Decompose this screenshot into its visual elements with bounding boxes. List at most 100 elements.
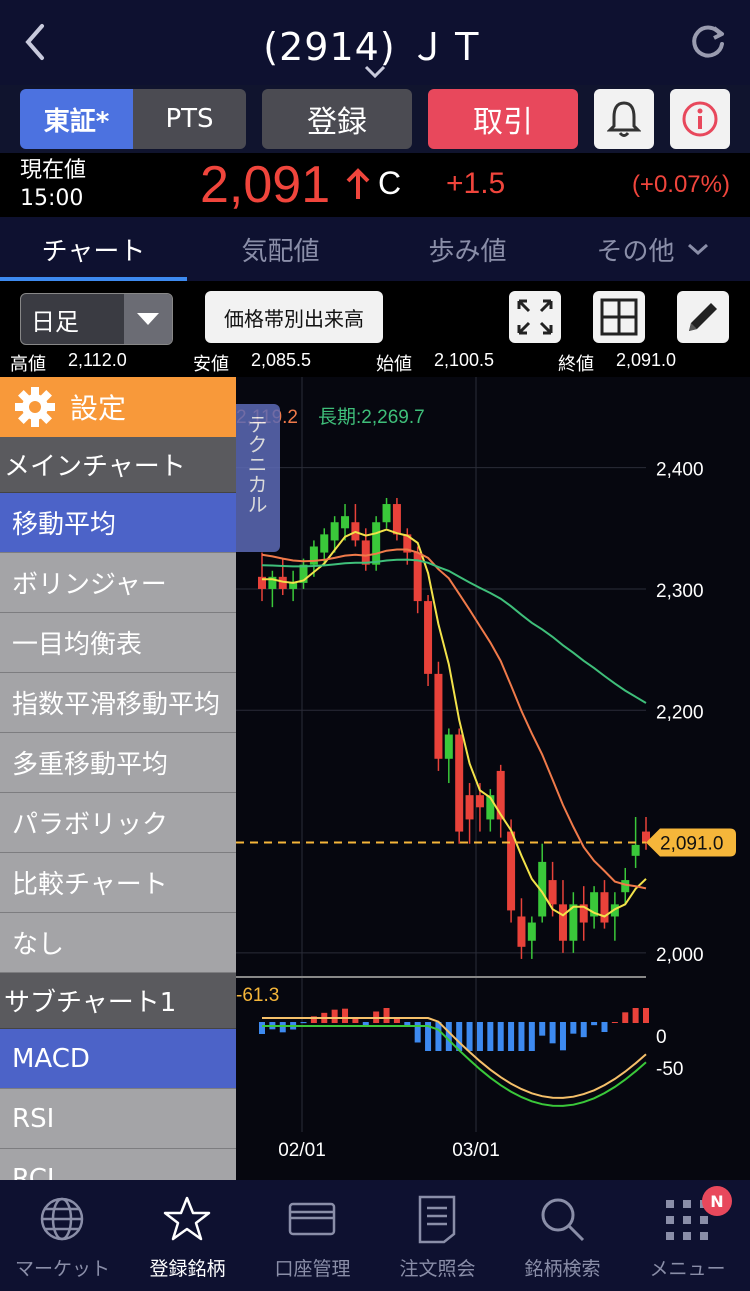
macd-bar xyxy=(580,1022,587,1038)
menu-item-compare[interactable]: 比較チャート xyxy=(0,853,236,913)
candle-body xyxy=(496,770,505,820)
menu-item-ema[interactable]: 指数平滑移動平均 xyxy=(0,673,236,733)
candle-body xyxy=(548,880,557,905)
candle-body xyxy=(392,504,401,535)
price-axis-label: 2,000 xyxy=(656,945,704,966)
menu-item-macd[interactable]: MACD xyxy=(0,1029,236,1089)
candle-body xyxy=(434,673,443,759)
candle-body xyxy=(361,540,370,565)
tab-quotes[interactable]: 気配値 xyxy=(187,217,374,281)
market-pts-button[interactable]: PTS xyxy=(133,89,246,149)
sub-axis-label: -50 xyxy=(656,1059,683,1080)
bell-icon xyxy=(607,101,641,137)
trade-button[interactable]: 取引 xyxy=(428,89,578,149)
fullscreen-button[interactable] xyxy=(509,291,561,343)
signal-line xyxy=(262,1017,647,1099)
low-label: 安値 xyxy=(193,354,229,374)
macd-bar xyxy=(549,1022,556,1044)
tab-bar: チャート 気配値 歩み値 その他 xyxy=(0,217,750,281)
macd-bar xyxy=(393,1019,400,1023)
nav-orders[interactable]: 注文照会 xyxy=(375,1180,500,1291)
candle-body xyxy=(372,522,381,565)
current-price: 2,091 xyxy=(200,156,331,214)
nav-account[interactable]: 口座管理 xyxy=(250,1180,375,1291)
menu-item-multi-ma[interactable]: 多重移動平均 xyxy=(0,733,236,793)
menu-item-rci[interactable]: RCI xyxy=(0,1149,236,1180)
register-button[interactable]: 登録 xyxy=(262,89,412,149)
star-icon xyxy=(163,1196,211,1241)
market-switch: 東証* PTS xyxy=(20,89,246,149)
candle-body xyxy=(455,734,464,832)
menu-item-rsi[interactable]: RSI xyxy=(0,1089,236,1149)
technical-tab-label: テクニカル xyxy=(244,414,268,514)
refresh-icon[interactable] xyxy=(686,20,730,64)
tab-trades[interactable]: 歩み値 xyxy=(374,217,561,281)
settings-label: 設定 xyxy=(70,392,127,425)
info-icon xyxy=(682,101,718,137)
macd-bar xyxy=(383,1008,390,1023)
macd-bar xyxy=(476,1022,483,1051)
x-tick-label: 03/01 xyxy=(452,1140,500,1161)
layout-button[interactable] xyxy=(593,291,645,343)
tab-other[interactable]: その他 xyxy=(561,217,748,281)
arrow-up-icon xyxy=(346,168,370,199)
pencil-icon xyxy=(689,303,717,331)
nav-watchlist-label: 登録銘柄 xyxy=(149,1258,226,1280)
high-value: 2,112.0 xyxy=(68,350,127,370)
expand-icon xyxy=(517,299,553,335)
nav-search-label: 銘柄検索 xyxy=(524,1258,601,1280)
mid-ma-line xyxy=(261,548,647,890)
grid-icon xyxy=(600,298,638,336)
macd-bar xyxy=(445,1022,452,1051)
close-label: 終値 xyxy=(558,354,594,374)
open-value: 2,100.5 xyxy=(434,350,495,370)
candle-body xyxy=(631,844,640,856)
macd-bar xyxy=(622,1012,629,1023)
notification-badge: N xyxy=(702,1186,732,1216)
chart-toolbar: 日足 価格帯別出来高 xyxy=(0,281,750,349)
macd-bar xyxy=(497,1022,504,1051)
market-tse-button[interactable]: 東証* xyxy=(20,89,133,149)
menu-item-bollinger[interactable]: ボリンジャー xyxy=(0,553,236,613)
macd-bar xyxy=(300,1022,307,1024)
macd-bar xyxy=(259,1022,265,1034)
menu-item-none[interactable]: なし xyxy=(0,913,236,973)
nav-watchlist[interactable]: 登録銘柄 xyxy=(125,1180,250,1291)
candle-body xyxy=(382,504,391,523)
candle-body xyxy=(341,516,350,529)
ohlc-row: 高値 2,112.0 安値 2,085.5 始値 2,100.5 終値 2,09… xyxy=(0,349,750,377)
macd-bar xyxy=(559,1022,566,1051)
price-change: +1.5 xyxy=(446,167,506,200)
header: (2914) ＪＴ xyxy=(0,0,750,85)
info-button[interactable] xyxy=(670,89,730,149)
macd-bar xyxy=(601,1022,608,1032)
low-value: 2,085.5 xyxy=(251,350,312,370)
tab-chart[interactable]: チャート xyxy=(0,217,187,281)
price-change-percent: (+0.07%) xyxy=(631,171,730,198)
bell-button[interactable] xyxy=(594,89,654,149)
chevron-down-icon[interactable] xyxy=(362,62,388,80)
draw-button[interactable] xyxy=(677,291,729,343)
technical-tab[interactable]: テクニカル xyxy=(236,404,280,552)
price-time: 15:00 xyxy=(20,186,84,211)
action-bar: 東証* PTS 登録 取引 xyxy=(0,85,750,153)
open-label: 始値 xyxy=(376,354,412,374)
period-select[interactable]: 日足 xyxy=(20,293,173,345)
gear-icon xyxy=(15,387,55,427)
macd-bar xyxy=(591,1022,598,1026)
macd-bar xyxy=(611,1022,618,1023)
main-chart-section: メインチャート xyxy=(0,437,236,493)
volume-by-price-button[interactable]: 価格帯別出来高 xyxy=(205,291,383,343)
menu-item-sma[interactable]: 移動平均 xyxy=(0,493,236,553)
nav-market-label: マーケット xyxy=(14,1258,110,1280)
menu-item-ichimoku[interactable]: 一目均衡表 xyxy=(0,613,236,673)
menu-item-parabolic[interactable]: パラボリック xyxy=(0,793,236,853)
price-axis-label: 2,200 xyxy=(656,702,704,723)
candle-body xyxy=(320,534,329,553)
current-price-label: 現在値 xyxy=(20,158,87,183)
nav-menu-label: メニュー xyxy=(649,1258,726,1280)
sub-axis-label: 0 xyxy=(656,1027,667,1048)
nav-search[interactable]: 銘柄検索 xyxy=(500,1180,625,1291)
settings-button[interactable]: 設定 xyxy=(0,377,236,437)
nav-market[interactable]: マーケット xyxy=(0,1180,125,1291)
